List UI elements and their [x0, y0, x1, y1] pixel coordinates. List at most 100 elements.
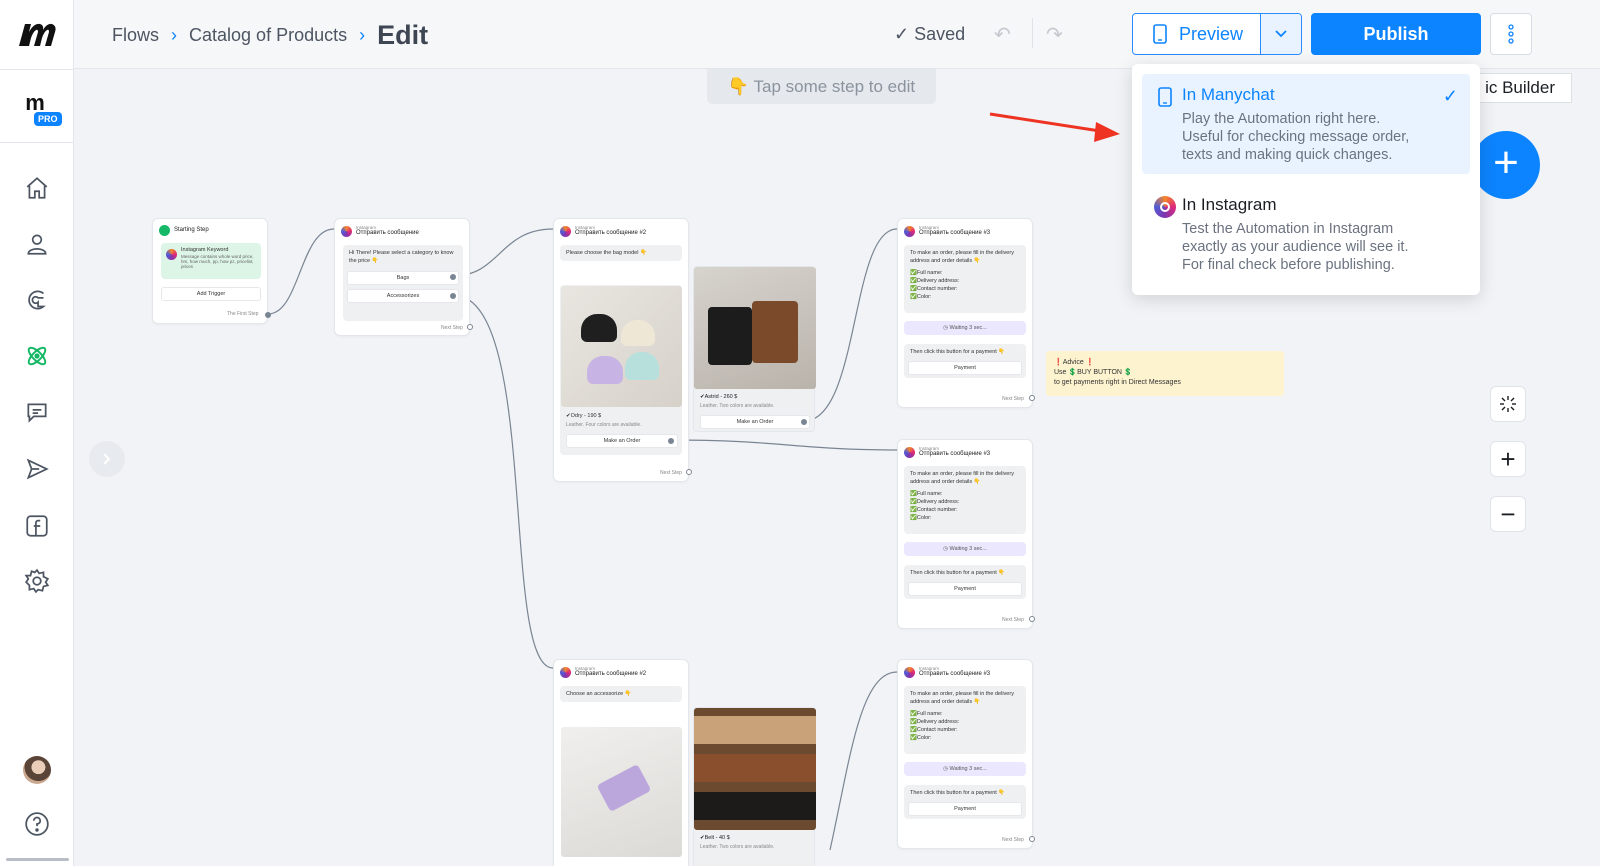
- advice-text: to get payments right in Direct Messages: [1054, 379, 1181, 386]
- preview-in-instagram-option[interactable]: In Instagram Test the Automation in Inst…: [1142, 184, 1470, 284]
- delay-block[interactable]: ◷ Waiting 3 sec...: [904, 762, 1026, 776]
- field-label: ✅Contact number:: [910, 727, 958, 733]
- belts-photo: [694, 708, 816, 830]
- preview-dropdown-toggle[interactable]: [1259, 14, 1301, 54]
- belt-shape: [694, 792, 816, 820]
- auto-arrange-button[interactable]: [1490, 386, 1526, 422]
- add-trigger-button[interactable]: Add Trigger: [161, 287, 261, 301]
- publish-button[interactable]: Publish: [1311, 13, 1481, 55]
- breadcrumb-flows[interactable]: Flows: [112, 25, 159, 46]
- option-desc-line: Test the Automation in Instagram: [1182, 221, 1394, 237]
- output-connector[interactable]: [450, 293, 456, 299]
- delay-label: Waiting 3 sec...: [949, 546, 987, 552]
- zoom-in-button[interactable]: +: [1490, 441, 1526, 477]
- payment-button[interactable]: Payment: [908, 582, 1022, 596]
- next-step-connector[interactable]: [1029, 616, 1035, 622]
- next-step-connector[interactable]: [467, 324, 473, 330]
- make-order-button[interactable]: Make an Order: [700, 415, 810, 429]
- next-step-label: Next Step: [1002, 617, 1024, 623]
- message-card[interactable]: Instagram Отправить сообщение #3 To make …: [897, 659, 1035, 849]
- home-icon[interactable]: [24, 175, 50, 201]
- belt-shape: [694, 716, 816, 744]
- advice-title: ❗Advice ❗: [1054, 359, 1095, 366]
- payment-button[interactable]: Payment: [908, 802, 1022, 816]
- user-avatar[interactable]: [23, 756, 51, 784]
- product-desc: Leather. Two colors are available.: [700, 403, 775, 409]
- field-label: ✅Contact number:: [910, 286, 958, 292]
- output-connector[interactable]: [668, 438, 674, 444]
- connection-line: [829, 671, 898, 851]
- connection-line: [669, 439, 898, 451]
- delay-label: Waiting 3 sec...: [949, 766, 987, 772]
- accessorizes-button[interactable]: Accessorizes: [347, 289, 459, 303]
- instagram-lens: [1160, 202, 1170, 212]
- cream-bag-shape: [621, 320, 655, 346]
- undo-icon[interactable]: ↶: [994, 22, 1011, 47]
- output-connector[interactable]: [801, 419, 807, 425]
- top-bar: Flows › Catalog of Products › Edit ✓ Sav…: [74, 0, 1600, 69]
- product-card[interactable]: ✔Belt - 40 $ Leather. Two colors are ava…: [693, 707, 816, 866]
- zoom-out-button[interactable]: −: [1490, 496, 1526, 532]
- product-title: ✔Belt - 40 $: [700, 835, 730, 841]
- product-card[interactable]: ✔Astrid - 260 $ Leather. Two colors are …: [693, 266, 816, 432]
- bags-button[interactable]: Bags: [347, 271, 459, 285]
- manychat-logo[interactable]: [17, 18, 57, 50]
- next-step-connector[interactable]: [1029, 836, 1035, 842]
- message-card[interactable]: Instagram Отправить сообщение #2 Choose a…: [553, 659, 689, 866]
- option-title: In Instagram: [1182, 195, 1277, 214]
- canvas-hint: 👇 Tap some step to edit: [707, 69, 936, 104]
- make-order-button[interactable]: Make an Order: [566, 434, 678, 448]
- output-connector[interactable]: [450, 274, 456, 280]
- bags-photo: [561, 286, 682, 407]
- expand-panel-button[interactable]: [89, 441, 125, 477]
- broadcasting-icon[interactable]: [24, 456, 50, 482]
- message-card[interactable]: Instagram Отправить сообщение #2 Please c…: [553, 218, 692, 482]
- instagram-icon: [904, 666, 915, 678]
- breadcrumb-catalog[interactable]: Catalog of Products: [189, 25, 347, 46]
- next-step-connector[interactable]: [686, 469, 692, 475]
- next-step-connector[interactable]: [1029, 395, 1035, 401]
- help-icon[interactable]: [24, 811, 50, 837]
- message-card[interactable]: Instagram Отправить сообщение #3 To make …: [897, 439, 1035, 629]
- payment-button[interactable]: Payment: [908, 361, 1022, 375]
- option-desc-line: For final check before publishing.: [1182, 257, 1395, 273]
- trigger-desc: Message contains whole word price, hm, h…: [181, 254, 254, 269]
- next-step-label: Next Step: [441, 325, 463, 331]
- message-header: Instagram Отправить сообщение: [341, 225, 419, 237]
- preview-in-manychat-option[interactable]: In Manychat Play the Automation right he…: [1142, 74, 1470, 174]
- trigger-title: Instagram Keyword: [181, 247, 229, 253]
- automation-icon[interactable]: [24, 343, 50, 369]
- more-options-button[interactable]: [1490, 13, 1532, 55]
- message-card[interactable]: Instagram Отправить сообщение Hi There! P…: [334, 218, 473, 336]
- brown-tote-shape: [752, 301, 798, 363]
- pro-badge: PRO: [34, 112, 62, 126]
- advice-note[interactable]: ❗Advice ❗ Use 💲BUY BUTTON 💲 to get payme…: [1046, 351, 1284, 396]
- live-chat-icon[interactable]: [24, 399, 50, 425]
- contacts-icon[interactable]: [24, 231, 50, 257]
- message-header: Instagram Отправить сообщение #3: [904, 446, 990, 458]
- phone-icon: [1153, 24, 1167, 44]
- settings-icon[interactable]: [24, 568, 50, 594]
- step-title: Отправить сообщение #3: [919, 671, 991, 677]
- starting-step-card[interactable]: Starting Step Instagram Keyword Message …: [152, 218, 271, 324]
- message-text: Hi There! Please select a category to kn…: [349, 250, 454, 264]
- lilac-bag-shape: [587, 356, 623, 384]
- option-desc: Play the Automation right here. Useful f…: [1182, 110, 1458, 164]
- add-step-button[interactable]: +: [1472, 131, 1540, 199]
- facebook-ads-icon[interactable]: [24, 513, 50, 539]
- product-title: ✔Astrid - 260 $: [700, 394, 738, 400]
- field-label: ✅Color:: [910, 294, 932, 300]
- message-card[interactable]: Instagram Отправить сообщение #3 To make …: [897, 218, 1035, 408]
- sidebar-scrollbar[interactable]: [6, 858, 69, 861]
- trigger-box[interactable]: Instagram Keyword Message contains whole…: [161, 243, 261, 279]
- preview-main-button[interactable]: Preview: [1133, 14, 1260, 54]
- growth-tools-icon[interactable]: [24, 287, 50, 313]
- delay-block[interactable]: ◷ Waiting 3 sec...: [904, 321, 1026, 335]
- field-label: ✅Color:: [910, 735, 932, 741]
- account-switcher[interactable]: m PRO: [19, 88, 62, 126]
- output-connector[interactable]: [265, 312, 271, 318]
- preview-label: Preview: [1179, 23, 1244, 44]
- delay-block[interactable]: ◷ Waiting 3 sec...: [904, 542, 1026, 556]
- option-desc-line: Useful for checking message order,: [1182, 129, 1410, 145]
- redo-icon[interactable]: ↷: [1046, 22, 1063, 47]
